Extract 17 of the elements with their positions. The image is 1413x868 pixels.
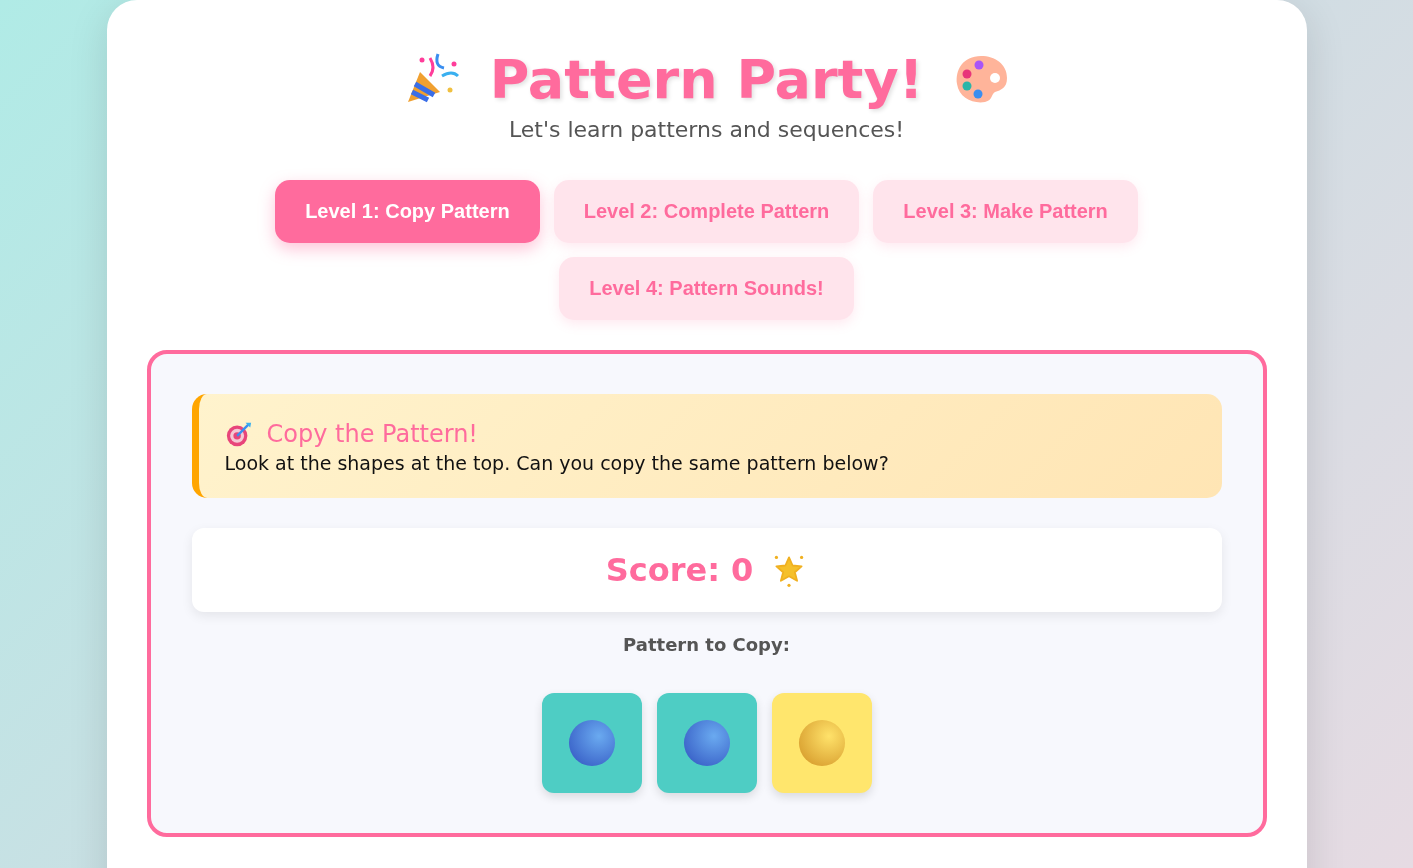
score-text: Score: 0: [605, 551, 754, 589]
app-title: Pattern Party!: [489, 48, 924, 111]
level-tab[interactable]: Level 3: Make Pattern: [873, 180, 1138, 243]
pattern-label: Pattern to Copy:: [622, 634, 791, 655]
pattern-tile[interactable]: [771, 693, 872, 793]
subtitle: Let's learn patterns and sequences!: [508, 117, 905, 142]
instruction-text: Look at the shapes at the top. Can you copy the same pattern below?: [224, 452, 890, 474]
instruction-title: Copy the Pattern!: [266, 420, 478, 448]
level-tab[interactable]: Level 2: Complete Pattern: [553, 180, 860, 243]
pattern-tile[interactable]: [541, 693, 642, 793]
pattern-tile[interactable]: [656, 693, 757, 793]
target-icon: [224, 420, 253, 448]
level-tab[interactable]: Level 4: Pattern Sounds!: [559, 257, 854, 320]
level-tab[interactable]: Level 1: Copy Pattern: [275, 180, 540, 243]
ball-icon: [797, 719, 846, 767]
ball-icon: [682, 719, 731, 767]
ball-icon: [567, 719, 616, 767]
